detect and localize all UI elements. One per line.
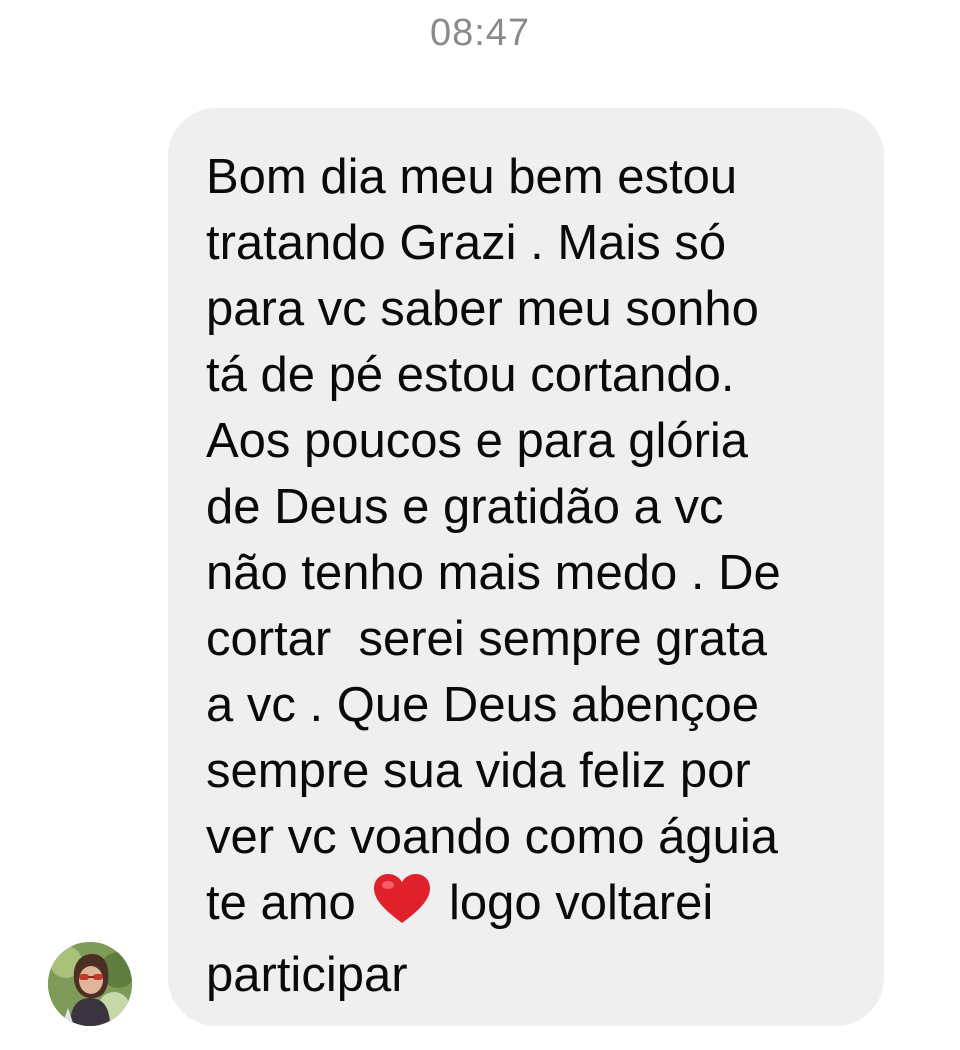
message-fragment: te amo xyxy=(206,876,370,930)
message-line: ver vc voando como águia xyxy=(206,810,778,864)
message-line: a vc . Que Deus abençoe xyxy=(206,678,759,732)
avatar[interactable] xyxy=(48,942,132,1026)
message-line: tá de pé estou cortando. xyxy=(206,348,735,402)
message-line: de Deus e gratidão a vc xyxy=(206,480,724,534)
message-line: sempre sua vida feliz por xyxy=(206,744,751,798)
message-line: Aos poucos e para glória xyxy=(206,414,749,468)
message-timestamp: 08:47 xyxy=(429,12,531,54)
message-line: Bom dia meu bem estou xyxy=(206,150,738,204)
message-line: tratando Grazi . Mais só xyxy=(206,216,727,270)
message-text: Bom dia meu bem estou tratando Grazi . M… xyxy=(206,144,781,1008)
message-line: para vc saber meu sonho xyxy=(206,282,759,336)
message-line: cortar serei sempre grata xyxy=(206,612,767,666)
message-line-with-emoji: te amo logo voltarei xyxy=(206,870,781,942)
message-line: participar xyxy=(206,948,408,1002)
message-fragment: logo voltarei xyxy=(435,876,714,930)
message-bubble[interactable]: Bom dia meu bem estou tratando Grazi . M… xyxy=(168,108,884,1026)
message-line: não tenho mais medo . De xyxy=(206,546,781,600)
heart-icon xyxy=(373,873,431,942)
avatar-photo xyxy=(48,942,132,1026)
